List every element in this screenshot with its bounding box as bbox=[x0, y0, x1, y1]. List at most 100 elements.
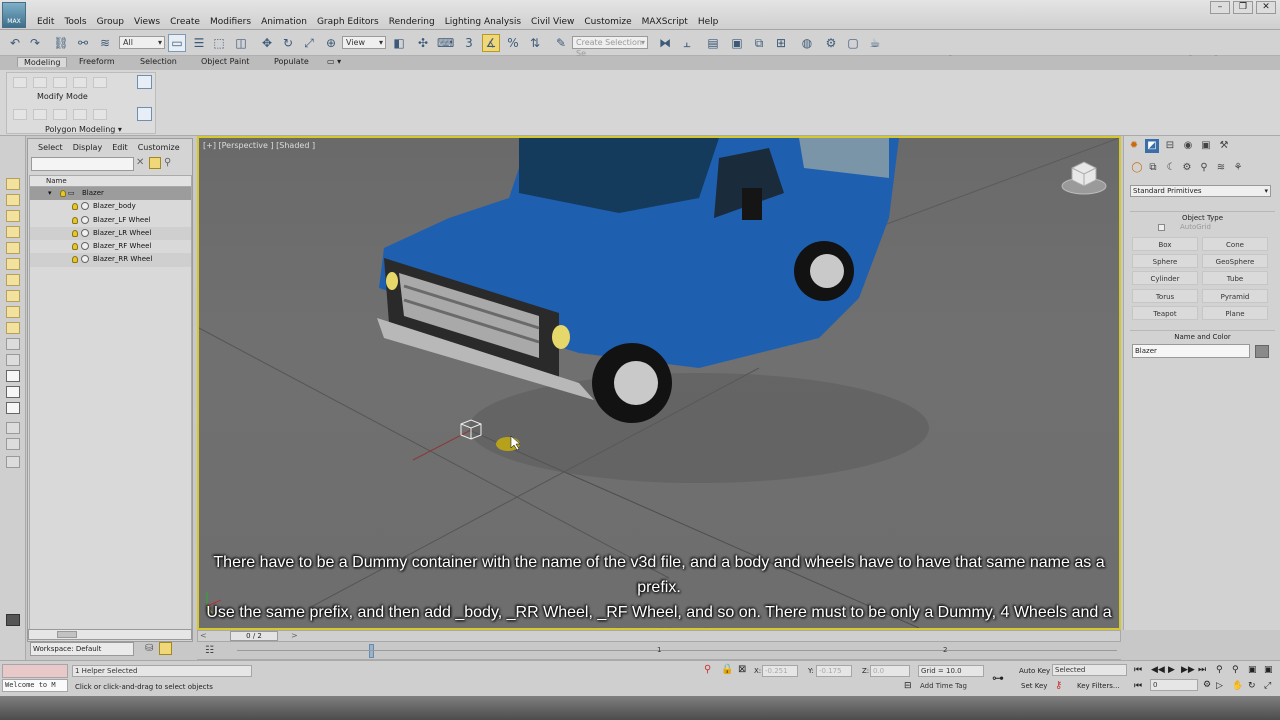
box-button[interactable]: Box bbox=[1132, 237, 1198, 251]
cone-button[interactable]: Cone bbox=[1202, 237, 1268, 251]
object-type-rollout-header[interactable]: Object Type bbox=[1130, 211, 1275, 222]
find-options-icon[interactable]: ⚲ bbox=[164, 157, 171, 168]
mirror-icon[interactable]: ⧓ bbox=[656, 34, 674, 52]
space-warps-icon[interactable]: ≋ bbox=[1214, 161, 1228, 175]
find-case-icon[interactable] bbox=[149, 157, 161, 169]
light-bulb-icon[interactable] bbox=[72, 203, 78, 211]
edit-named-selection-icon[interactable]: ✎ bbox=[552, 34, 570, 52]
cylinder-button[interactable]: Cylinder bbox=[1132, 271, 1198, 285]
light-bulb-icon[interactable] bbox=[72, 256, 78, 264]
key-mode-dropdown[interactable]: Selected bbox=[1052, 664, 1127, 676]
ribbon-toggle-icon[interactable] bbox=[137, 75, 152, 89]
move-icon[interactable]: ✥ bbox=[258, 34, 276, 52]
perspective-viewport[interactable]: [+] [Perspective ] [Shaded ] There have … bbox=[197, 136, 1121, 630]
z-coordinate-field[interactable]: 0.0 bbox=[870, 665, 910, 677]
menu-rendering[interactable]: Rendering bbox=[388, 17, 444, 27]
torus-button[interactable]: Torus bbox=[1132, 289, 1198, 303]
tab-modeling[interactable]: Modeling bbox=[17, 57, 68, 67]
object-color-swatch[interactable] bbox=[1255, 345, 1269, 358]
menu-create[interactable]: Create bbox=[169, 17, 209, 27]
tab-selection[interactable]: Selection bbox=[140, 57, 177, 66]
select-manipulate-icon[interactable]: ✣ bbox=[414, 34, 432, 52]
lights-icon[interactable]: ☾ bbox=[1164, 161, 1178, 175]
zoom-icon[interactable]: ⚲ bbox=[1216, 665, 1223, 675]
scale-icon[interactable]: ⤢ bbox=[300, 34, 318, 52]
display-spacewarps-icon[interactable] bbox=[6, 258, 20, 270]
pan-view-icon[interactable]: ✋ bbox=[1232, 681, 1243, 691]
close-icon[interactable]: ✕ bbox=[1256, 1, 1276, 14]
display-shapes-icon[interactable] bbox=[6, 194, 20, 206]
schematic-view-icon[interactable]: ⊞ bbox=[772, 34, 790, 52]
undo-icon[interactable]: ↶ bbox=[6, 34, 24, 52]
play-icon[interactable]: ▶ bbox=[1168, 665, 1175, 675]
current-time-marker[interactable] bbox=[369, 644, 374, 658]
autogrid-checkbox[interactable] bbox=[1158, 224, 1165, 231]
display-lights-icon[interactable] bbox=[6, 210, 20, 222]
menu-lighting-analysis[interactable]: Lighting Analysis bbox=[444, 17, 530, 27]
ribbon-tool-icon[interactable] bbox=[93, 77, 107, 88]
viewport-label[interactable]: [+] [Perspective ] [Shaded ] bbox=[203, 141, 315, 150]
tube-button[interactable]: Tube bbox=[1202, 271, 1268, 285]
light-bulb-icon[interactable] bbox=[72, 229, 78, 237]
bind-to-space-warp-icon[interactable]: ≋ bbox=[96, 34, 114, 52]
clear-search-icon[interactable]: ✕ bbox=[136, 157, 144, 168]
keyboard-shortcut-override-icon[interactable]: ⌨ bbox=[436, 34, 454, 52]
workspace-dropdown[interactable]: Workspace: Default bbox=[30, 642, 134, 656]
hierarchy-tab-icon[interactable]: ⊟ bbox=[1163, 139, 1177, 153]
next-frame-icon[interactable]: ▶▶ bbox=[1181, 665, 1195, 675]
snaps-toggle-icon[interactable]: 3 bbox=[460, 34, 478, 52]
app-menu-button[interactable]: MAX bbox=[2, 2, 26, 28]
rendered-frame-window-icon[interactable]: ▢ bbox=[844, 34, 862, 52]
utilities-tab-icon[interactable]: ⚒ bbox=[1217, 139, 1231, 153]
motion-tab-icon[interactable]: ◉ bbox=[1181, 139, 1195, 153]
tab-freeform[interactable]: Freeform bbox=[79, 57, 115, 66]
ribbon-tool-icon[interactable] bbox=[73, 77, 87, 88]
explorer-menu-customize[interactable]: Customize bbox=[128, 141, 180, 155]
cameras-icon[interactable]: ⚙ bbox=[1180, 161, 1194, 175]
time-slider[interactable]: < 0 / 2 > bbox=[197, 630, 1121, 642]
orbit-icon[interactable]: ↻ bbox=[1248, 681, 1256, 691]
menu-animation[interactable]: Animation bbox=[260, 17, 316, 27]
layer-manager-icon[interactable]: ▤ bbox=[704, 34, 722, 52]
track-bar[interactable]: ☷ 1 2 bbox=[197, 642, 1121, 660]
time-slider-thumb[interactable]: 0 / 2 bbox=[230, 631, 278, 641]
layer-explorer-icon[interactable]: ⛁ bbox=[145, 643, 153, 654]
reference-coordinate-dropdown[interactable]: View bbox=[342, 36, 386, 49]
restore-icon[interactable]: ❐ bbox=[1233, 1, 1253, 14]
tree-row[interactable]: Blazer_body bbox=[30, 200, 191, 213]
time-tag-icon[interactable]: ⊟ bbox=[904, 681, 912, 691]
light-bulb-icon[interactable] bbox=[72, 216, 78, 224]
explorer-menu-select[interactable]: Select bbox=[28, 141, 63, 155]
primitive-category-dropdown[interactable]: Standard Primitives bbox=[1130, 185, 1271, 197]
menu-group[interactable]: Group bbox=[96, 17, 133, 27]
selection-lock-icon[interactable]: 🔒 bbox=[721, 664, 733, 675]
tree-row[interactable]: Blazer_RR Wheel bbox=[30, 253, 191, 267]
display-xrefs-icon[interactable] bbox=[6, 290, 20, 302]
percent-snap-icon[interactable]: % bbox=[504, 34, 522, 52]
ribbon-tool-icon[interactable] bbox=[53, 109, 67, 120]
tab-object-paint[interactable]: Object Paint bbox=[201, 57, 249, 66]
redo-icon[interactable]: ↷ bbox=[26, 34, 44, 52]
window-crossing-icon[interactable]: ◫ bbox=[232, 34, 250, 52]
spinner-snap-icon[interactable]: ⇅ bbox=[526, 34, 544, 52]
ribbon-tool-icon[interactable] bbox=[33, 109, 47, 120]
graphite-toolbar-icon[interactable]: ▣ bbox=[728, 34, 746, 52]
ribbon-tool-icon[interactable] bbox=[33, 77, 47, 88]
render-setup-icon[interactable]: ⚙ bbox=[822, 34, 840, 52]
ribbon-toggle-icon[interactable] bbox=[137, 107, 152, 121]
pyramid-button[interactable]: Pyramid bbox=[1202, 289, 1268, 303]
sphere-button[interactable]: Sphere bbox=[1132, 254, 1198, 268]
tree-row[interactable]: Blazer_LF Wheel bbox=[30, 214, 191, 227]
material-editor-icon[interactable]: ◍ bbox=[798, 34, 816, 52]
zoom-extents-icon[interactable]: ▣ bbox=[1248, 665, 1257, 675]
select-by-name-icon[interactable]: ☰ bbox=[190, 34, 208, 52]
ribbon-tool-icon[interactable] bbox=[53, 77, 67, 88]
layers-icon[interactable] bbox=[6, 438, 20, 450]
display-cameras-icon[interactable] bbox=[6, 226, 20, 238]
angle-snap-icon[interactable]: ∡ bbox=[482, 34, 500, 52]
display-containers-icon[interactable] bbox=[6, 322, 20, 334]
named-selection-sets-dropdown[interactable]: Create Selection Se bbox=[572, 36, 648, 58]
select-object-icon[interactable]: ▭ bbox=[168, 34, 186, 52]
ribbon-tool-icon[interactable] bbox=[93, 109, 107, 120]
name-and-color-rollout-header[interactable]: Name and Color bbox=[1130, 330, 1275, 341]
